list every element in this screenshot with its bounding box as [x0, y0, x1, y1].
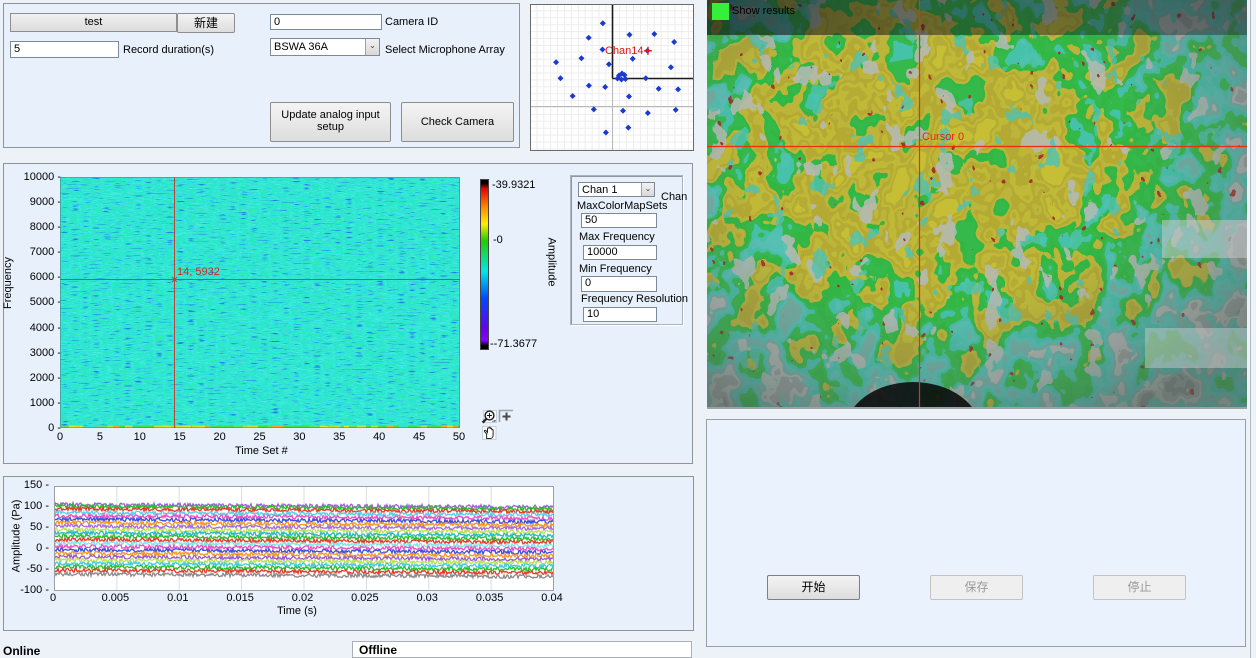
svg-text:Cursor 0: Cursor 0 [922, 131, 964, 143]
svg-text:Chan14: Chan14 [605, 45, 644, 57]
svg-text:14, 5932: 14, 5932 [177, 266, 220, 278]
